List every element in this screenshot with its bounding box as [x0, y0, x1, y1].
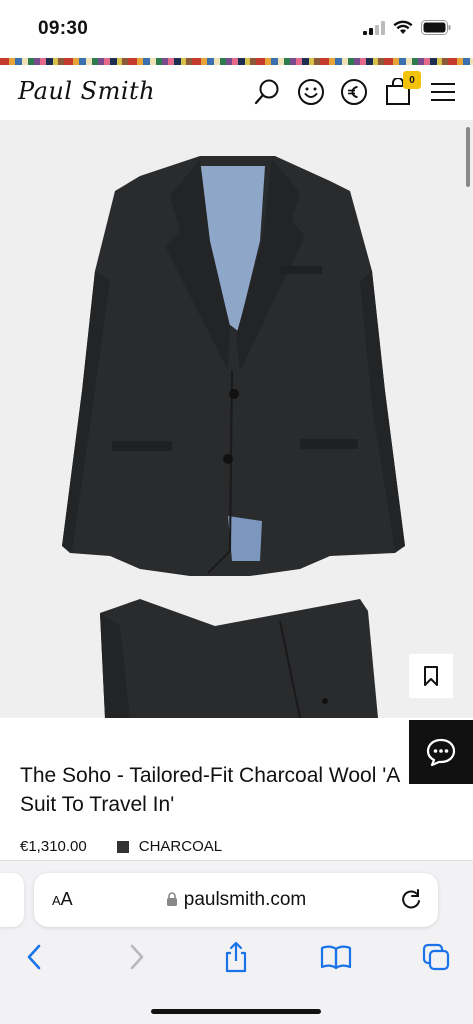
tabs-icon	[422, 943, 450, 971]
share-icon	[225, 941, 247, 973]
reload-icon	[402, 889, 420, 909]
chevron-left-icon	[27, 944, 41, 970]
gallery-scrollbar[interactable]	[466, 127, 470, 187]
signal-icon	[363, 20, 385, 35]
previous-tab-preview[interactable]	[0, 873, 24, 927]
status-icons	[363, 20, 451, 35]
colour-label: CHARCOAL	[138, 838, 223, 855]
chevron-right-icon	[130, 944, 144, 970]
wifi-icon	[393, 20, 413, 34]
status-time: 09:30	[38, 18, 89, 39]
battery-icon	[421, 20, 451, 35]
search-icon	[254, 79, 279, 105]
bookmark-icon	[424, 666, 438, 686]
chat-bubble-icon	[426, 738, 456, 767]
product-price: €1,310.00	[20, 838, 87, 855]
suit-jacket-image	[62, 156, 405, 718]
home-indicator[interactable]	[151, 1009, 321, 1014]
account-button[interactable]	[296, 77, 326, 107]
browser-bottom-bar: AA paulsmith.com	[0, 860, 473, 1024]
basket-button[interactable]: 0	[383, 71, 421, 107]
currency-button[interactable]	[339, 77, 369, 107]
colour-swatch	[116, 840, 129, 853]
search-button[interactable]	[252, 77, 282, 107]
lock-icon	[166, 892, 177, 906]
menu-button[interactable]	[428, 77, 458, 107]
brand-logo[interactable]: Paul Smith	[18, 77, 155, 105]
back-button[interactable]	[16, 939, 52, 975]
product-image-gallery[interactable]	[0, 121, 473, 718]
signature-stripe	[0, 58, 473, 65]
smiley-account-icon	[298, 79, 324, 105]
url-text: paulsmith.com	[183, 889, 307, 910]
product-title: The Soho - Tailored-Fit Charcoal Wool 'A…	[20, 764, 400, 816]
price-colour-row: €1,310.00 CHARCOAL	[20, 838, 222, 855]
url-display[interactable]: paulsmith.com	[34, 889, 438, 911]
tabs-button[interactable]	[418, 939, 454, 975]
browser-toolbar	[0, 939, 473, 979]
status-bar: 09:30	[0, 0, 473, 58]
forward-button[interactable]	[119, 939, 155, 975]
book-icon	[320, 945, 352, 970]
bookmarks-button[interactable]	[318, 939, 354, 975]
site-header: Paul Smith 0	[0, 65, 473, 121]
share-button[interactable]	[218, 939, 254, 975]
euro-currency-icon	[341, 79, 367, 105]
basket-count-badge: 0	[403, 71, 421, 89]
reload-button[interactable]	[400, 888, 422, 915]
live-chat-button[interactable]	[409, 720, 473, 784]
wishlist-button[interactable]	[409, 654, 453, 698]
hamburger-menu-icon	[431, 83, 455, 101]
address-bar[interactable]: AA paulsmith.com	[34, 873, 438, 927]
